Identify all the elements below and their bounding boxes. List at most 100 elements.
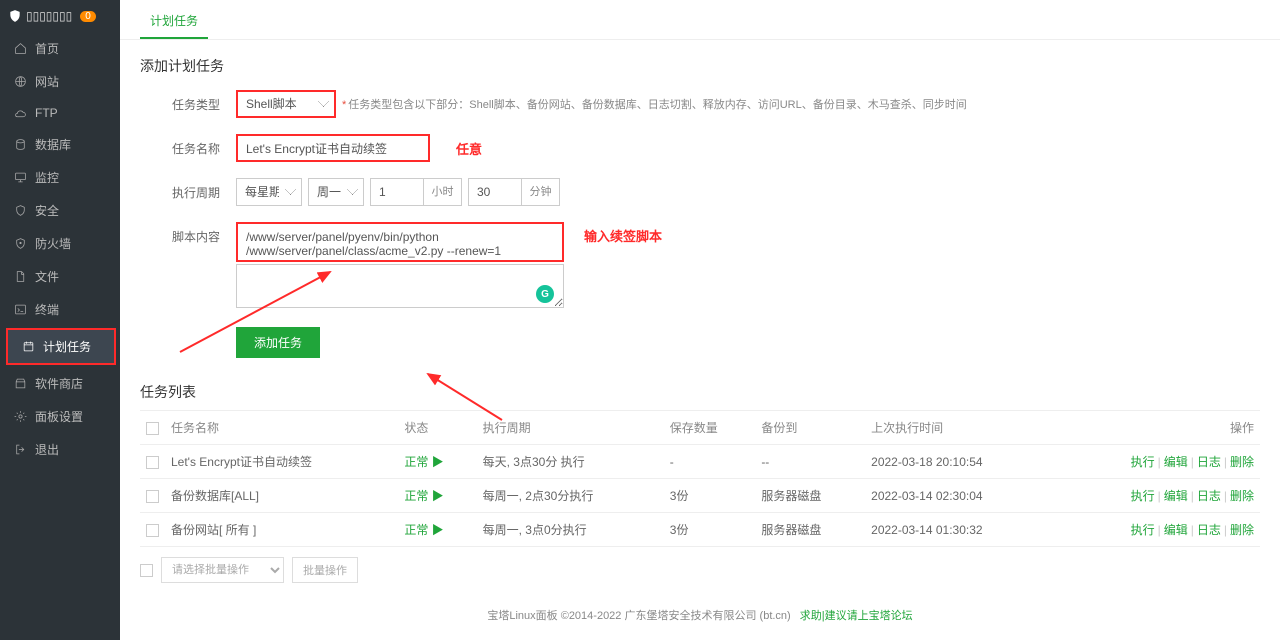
cycle-hour-input[interactable]	[370, 178, 424, 206]
op-日志[interactable]: 日志	[1197, 455, 1221, 469]
cell-name: 备份数据库[ALL]	[165, 479, 398, 513]
cell-last: 2022-03-14 02:30:04	[865, 479, 1053, 513]
op-编辑[interactable]: 编辑	[1164, 489, 1188, 503]
sidebar-item-gear[interactable]: 面板设置	[0, 400, 120, 433]
sidebar-item-exit[interactable]: 退出	[0, 433, 120, 466]
cycle-weekday-select[interactable]: 周一	[308, 178, 364, 206]
exit-icon	[14, 443, 27, 456]
sidebar-item-label: 文件	[35, 268, 59, 285]
select-all-bottom-checkbox[interactable]	[140, 564, 153, 577]
sidebar-item-monitor[interactable]: 监控	[0, 161, 120, 194]
tab-crontab[interactable]: 计划任务	[140, 4, 208, 39]
cell-last: 2022-03-14 01:30:32	[865, 513, 1053, 547]
script-content-textarea[interactable]	[236, 222, 564, 262]
batch-action-button[interactable]: 批量操作	[292, 557, 358, 583]
op-日志[interactable]: 日志	[1197, 523, 1221, 537]
unit-min: 分钟	[522, 178, 560, 206]
op-编辑[interactable]: 编辑	[1164, 523, 1188, 537]
sidebar-item-file[interactable]: 文件	[0, 260, 120, 293]
sidebar-item-label: 数据库	[35, 136, 71, 153]
cell-status[interactable]: 正常 ▶	[398, 479, 476, 513]
cell-dest: 服务器磁盘	[755, 513, 865, 547]
sidebar-item-label: 退出	[35, 441, 59, 458]
shield-icon	[8, 9, 22, 23]
cell-last: 2022-03-18 20:10:54	[865, 445, 1053, 479]
footer-forum-link[interactable]: 求助|建议请上宝塔论坛	[800, 610, 913, 622]
sidebar-item-label: 监控	[35, 169, 59, 186]
label-task-name: 任务名称	[140, 134, 236, 157]
cell-cycle: 每周一, 3点0分执行	[477, 513, 664, 547]
sidebar-item-label: 安全	[35, 202, 59, 219]
table-row: 备份数据库[ALL]正常 ▶每周一, 2点30分执行3份服务器磁盘2022-03…	[140, 479, 1260, 513]
section-add-title: 添加计划任务	[120, 40, 1280, 86]
col-header: 任务名称	[165, 411, 398, 445]
cell-ops: 执行|编辑|日志|删除	[1053, 513, 1260, 547]
cell-status[interactable]: 正常 ▶	[398, 513, 476, 547]
sidebar-item-term[interactable]: 终端	[0, 293, 120, 326]
op-删除[interactable]: 删除	[1230, 455, 1254, 469]
task-type-select[interactable]: Shell脚本	[236, 90, 336, 118]
task-name-input[interactable]	[236, 134, 430, 162]
grammarly-icon: G	[536, 285, 554, 303]
db-icon	[14, 138, 27, 151]
cycle-period-select[interactable]: 每星期	[236, 178, 302, 206]
notification-badge[interactable]: 0	[80, 11, 96, 22]
cell-dest: 服务器磁盘	[755, 479, 865, 513]
sidebar-item-shield[interactable]: 安全	[0, 194, 120, 227]
cloud-icon	[14, 107, 27, 120]
sidebar-item-home[interactable]: 首页	[0, 32, 120, 65]
sidebar-item-wall[interactable]: 防火墙	[0, 227, 120, 260]
op-执行[interactable]: 执行	[1131, 489, 1155, 503]
cell-dest: --	[755, 445, 865, 479]
op-删除[interactable]: 删除	[1230, 523, 1254, 537]
sidebar-item-task[interactable]: 计划任务	[8, 330, 114, 363]
op-删除[interactable]: 删除	[1230, 489, 1254, 503]
cell-cycle: 每天, 3点30分 执行	[477, 445, 664, 479]
cell-keep: 3份	[664, 513, 756, 547]
sidebar-item-label: 面板设置	[35, 408, 83, 425]
brand-area: ▯▯▯▯▯▯▯ 0	[0, 0, 120, 32]
sidebar-item-label: FTP	[35, 106, 58, 120]
sidebar-item-cloud[interactable]: FTP	[0, 98, 120, 128]
sidebar-item-globe[interactable]: 网站	[0, 65, 120, 98]
op-执行[interactable]: 执行	[1131, 455, 1155, 469]
sidebar-item-store[interactable]: 软件商店	[0, 367, 120, 400]
cell-cycle: 每周一, 2点30分执行	[477, 479, 664, 513]
col-header: 操作	[1053, 411, 1260, 445]
wall-icon	[14, 237, 27, 250]
cell-name: Let's Encrypt证书自动续签	[165, 445, 398, 479]
tab-bar: 计划任务	[120, 0, 1280, 40]
task-icon	[22, 340, 35, 353]
unit-hour: 小时	[424, 178, 462, 206]
home-icon	[14, 42, 27, 55]
op-编辑[interactable]: 编辑	[1164, 455, 1188, 469]
cell-ops: 执行|编辑|日志|删除	[1053, 445, 1260, 479]
select-all-checkbox[interactable]	[146, 422, 159, 435]
cell-status[interactable]: 正常 ▶	[398, 445, 476, 479]
sidebar-item-db[interactable]: 数据库	[0, 128, 120, 161]
row-checkbox[interactable]	[146, 490, 159, 503]
globe-icon	[14, 75, 27, 88]
row-checkbox[interactable]	[146, 456, 159, 469]
task-type-hint: *任务类型包含以下部分：Shell脚本、备份网站、备份数据库、日志切割、释放内存…	[342, 96, 967, 112]
file-icon	[14, 270, 27, 283]
term-icon	[14, 303, 27, 316]
brand-text: ▯▯▯▯▯▯▯	[26, 9, 72, 23]
add-task-button[interactable]: 添加任务	[236, 327, 320, 358]
col-header: 备份到	[755, 411, 865, 445]
cell-keep: -	[664, 445, 756, 479]
cycle-min-input[interactable]	[468, 178, 522, 206]
op-执行[interactable]: 执行	[1131, 523, 1155, 537]
task-table: 任务名称状态执行周期保存数量备份到上次执行时间操作 Let's Encrypt证…	[140, 410, 1260, 547]
row-checkbox[interactable]	[146, 524, 159, 537]
sidebar-item-label: 计划任务	[43, 338, 91, 355]
op-日志[interactable]: 日志	[1197, 489, 1221, 503]
gear-icon	[14, 410, 27, 423]
store-icon	[14, 377, 27, 390]
script-content-textarea-ext[interactable]	[236, 264, 564, 308]
col-header: 上次执行时间	[865, 411, 1053, 445]
sidebar-item-label: 首页	[35, 40, 59, 57]
batch-action-select[interactable]: 请选择批量操作	[161, 557, 284, 583]
monitor-icon	[14, 171, 27, 184]
annotation-script: 输入续签脚本	[584, 226, 662, 245]
